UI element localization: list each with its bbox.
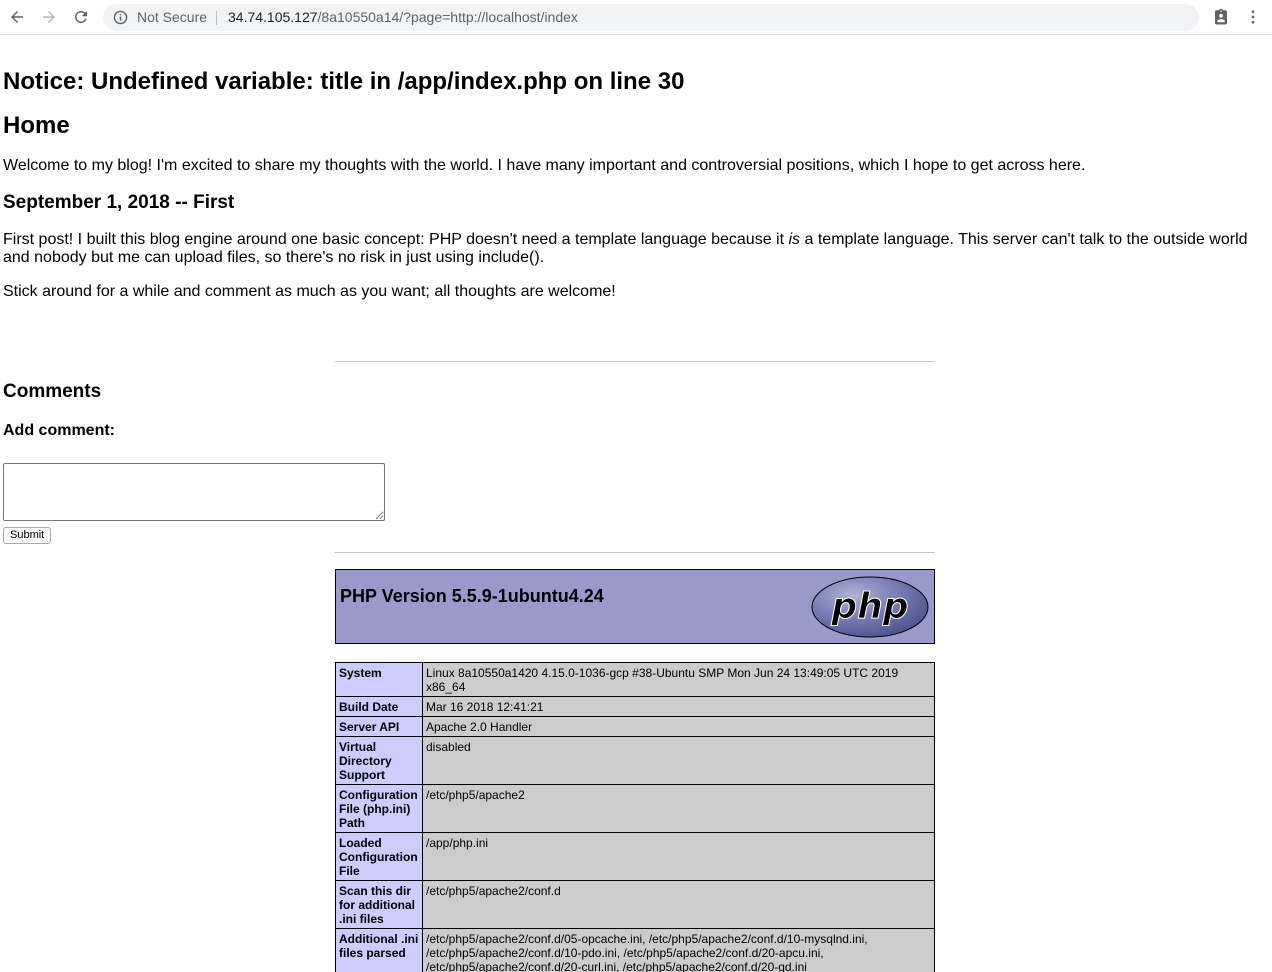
phpinfo-key: Loaded Configuration File [335, 832, 423, 881]
post-title: September 1, 2018 -- First [3, 192, 235, 213]
phpinfo-row: Loaded Configuration File/app/php.ini [335, 832, 935, 881]
phpinfo-key: Scan this dir for additional .ini files [335, 880, 423, 929]
phpinfo-value: /etc/php5/apache2 [422, 784, 935, 833]
phpinfo-row: Configuration File (php.ini) Path/etc/ph… [335, 784, 935, 833]
phpinfo-key: Virtual Directory Support [335, 736, 423, 785]
page-content: Notice: Undefined variable: title in /ap… [0, 36, 1272, 972]
php-version-title: PHP Version 5.5.9-1ubuntu4.24 [340, 586, 604, 606]
phpinfo-value: /app/php.ini [422, 832, 935, 881]
php-notice: Notice: Undefined variable: title in /ap… [3, 68, 685, 95]
phpinfo-value: disabled [422, 736, 935, 785]
phpinfo-key: System [335, 662, 423, 697]
omnibox-divider [216, 11, 217, 25]
url-text: 34.74.105.127/8a10550a14/?page=http://lo… [228, 4, 578, 31]
security-label: Not Secure [137, 9, 208, 25]
phpinfo-row: Server API Apache 2.0 Handler [335, 716, 935, 737]
phpinfo-value: Linux 8a10550a1420 4.15.0-1036-gcp #38-U… [422, 662, 935, 697]
submit-button[interactable]: Submit [3, 527, 52, 544]
browser-toolbar: Not Secure 34.74.105.127/8a10550a14/?pag… [0, 0, 1272, 35]
forward-arrow-icon [43, 11, 55, 23]
post-body-emphasis: is [788, 231, 801, 248]
intro-paragraph: Welcome to my blog! I'm excited to share… [3, 157, 1086, 174]
post-body: First post! I built this blog engine aro… [3, 231, 1263, 267]
phpinfo-row: Scan this dir for additional .ini files /… [335, 880, 935, 929]
add-comment-label: Add comment: [3, 422, 115, 439]
phpinfo-value: Mar 16 2018 12:41:21 [422, 696, 935, 717]
phpinfo-value: Apache 2.0 Handler [422, 716, 935, 737]
url-path: /8a10550a14/?page=http://localhost/index [317, 9, 578, 25]
more-vert-icon [1251, 10, 1255, 24]
info-icon[interactable] [113, 10, 128, 25]
url-host: 34.74.105.127 [228, 9, 318, 25]
back-button[interactable] [5, 5, 29, 29]
page-title: Home [3, 112, 70, 139]
comment-textarea[interactable] [3, 463, 385, 521]
menu-button[interactable] [1241, 5, 1265, 29]
phpinfo-key: Server API [335, 716, 423, 737]
php-logo-text: php [830, 586, 908, 627]
phpinfo-key: Build Date [335, 696, 423, 717]
phpinfo-header: PHP Version 5.5.9-1ubuntu4.24 php [335, 569, 935, 644]
post-body-2: Stick around for a while and comment as … [3, 283, 616, 300]
comments-heading: Comments [3, 381, 102, 402]
clipboard-account-icon [1215, 8, 1227, 25]
phpinfo-key: Additional .ini files parsed [335, 928, 423, 972]
profile-button[interactable] [1209, 5, 1233, 29]
forward-button[interactable] [37, 5, 61, 29]
reload-button[interactable] [69, 5, 93, 29]
phpinfo-value: /etc/php5/apache2/conf.d [422, 880, 935, 929]
phpinfo-row: Virtual Directory Support disabled [335, 736, 935, 785]
back-arrow-icon [11, 11, 23, 23]
address-bar[interactable]: Not Secure 34.74.105.127/8a10550a14/?pag… [103, 4, 1199, 31]
divider [335, 552, 935, 553]
phpinfo-key: Configuration File (php.ini) Path [335, 784, 423, 833]
post-body-part: First post! I built this blog engine aro… [3, 231, 789, 248]
phpinfo-table: System Linux 8a10550a1420 4.15.0-1036-gcp… [335, 662, 935, 972]
reload-icon [74, 10, 87, 23]
divider [335, 361, 935, 362]
phpinfo-value: /etc/php5/apache2/conf.d/05-opcache.ini,… [422, 928, 935, 972]
phpinfo-row: System Linux 8a10550a1420 4.15.0-1036-gcp… [335, 662, 935, 697]
phpinfo-row: Build Date Mar 16 2018 12:41:21 [335, 696, 935, 717]
phpinfo-row: Additional .ini files parsed/etc/php5/ap… [335, 928, 935, 972]
php-logo-icon: php [811, 576, 929, 638]
